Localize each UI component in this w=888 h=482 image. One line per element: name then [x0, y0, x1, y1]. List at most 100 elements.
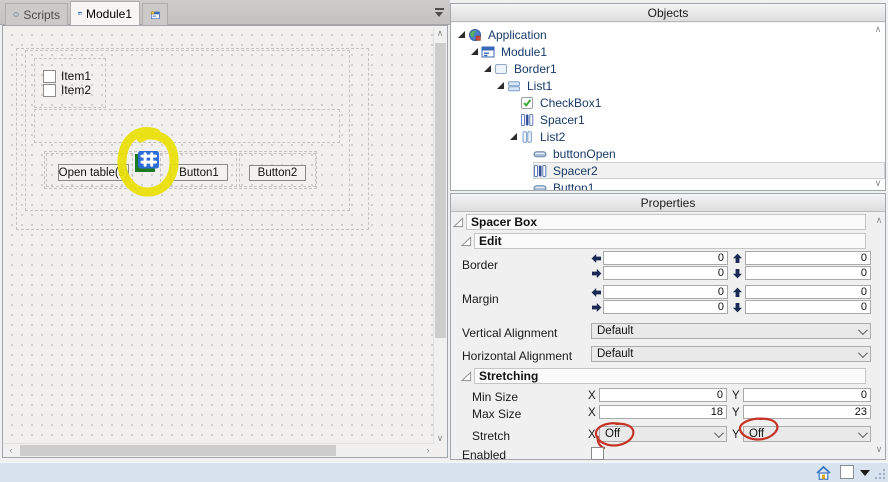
- tree-item-application[interactable]: Application: [451, 26, 885, 43]
- properties-scroll-up-arrow[interactable]: ∧: [873, 216, 885, 225]
- scroll-right-arrow[interactable]: ›: [423, 446, 433, 455]
- objects-scroll-down-arrow[interactable]: ∨: [872, 179, 884, 188]
- expand-arrow-icon[interactable]: [483, 63, 494, 74]
- tree-item-spacer1[interactable]: Spacer1: [451, 111, 885, 128]
- margin-down-field[interactable]: [745, 300, 871, 314]
- tab-scripts[interactable]: Scripts: [5, 3, 68, 25]
- tree-label[interactable]: Spacer1: [537, 113, 588, 127]
- designer-vscrollbar[interactable]: ∧ ∨: [433, 27, 446, 445]
- border-down-field[interactable]: [745, 266, 871, 280]
- arrow-right-icon: [592, 269, 602, 278]
- edit-section-header[interactable]: Edit: [474, 233, 866, 249]
- resize-grip[interactable]: [873, 467, 885, 479]
- designer-open-tables-button[interactable]: Open table(s): [58, 164, 129, 181]
- designer-hscrollbar[interactable]: ‹ ›: [4, 443, 435, 456]
- tree-item-button1[interactable]: Button1: [451, 179, 885, 190]
- horizontal-alignment-dropdown[interactable]: Default: [591, 346, 871, 362]
- stretch-label: Stretch: [472, 429, 511, 443]
- scroll-left-arrow[interactable]: ‹: [6, 446, 16, 455]
- min-size-x-field[interactable]: [599, 388, 727, 402]
- expand-arrow-icon[interactable]: [496, 80, 507, 91]
- tab-bar: Scripts Module1: [0, 0, 450, 25]
- checkbox-item2-label: Item2: [61, 83, 92, 97]
- tree-label[interactable]: Spacer2: [550, 164, 601, 178]
- chevron-down-icon: [857, 324, 868, 335]
- tab-new-module[interactable]: [142, 3, 168, 25]
- designer-checkbox-item1[interactable]: [43, 70, 56, 83]
- vertical-alignment-value: Default: [597, 325, 634, 337]
- tree-item-buttonopen[interactable]: buttonOpen: [451, 145, 885, 162]
- collapse-triangle-icon[interactable]: [461, 236, 472, 247]
- max-size-y-field[interactable]: [743, 405, 871, 419]
- home-icon[interactable]: [815, 465, 832, 481]
- chevron-down-icon: [857, 427, 868, 438]
- vertical-alignment-dropdown[interactable]: Default: [591, 323, 871, 339]
- color-swatch-button[interactable]: [840, 465, 854, 479]
- max-size-x-field[interactable]: [599, 405, 727, 419]
- y-axis-label: Y: [732, 429, 740, 441]
- scroll-down-arrow[interactable]: ∨: [434, 434, 446, 443]
- border-up-field[interactable]: [745, 251, 871, 265]
- min-size-y-field[interactable]: [743, 388, 871, 402]
- tree-label[interactable]: CheckBox1: [537, 96, 604, 110]
- swatch-dropdown-arrow-icon[interactable]: [860, 470, 870, 476]
- tree-item-list1[interactable]: List1: [451, 77, 885, 94]
- tree-label[interactable]: Module1: [498, 45, 550, 59]
- tree-item-list2[interactable]: List2: [451, 128, 885, 145]
- objects-scroll-up-arrow[interactable]: ∧: [872, 25, 884, 34]
- stretch-y-dropdown[interactable]: Off: [743, 426, 871, 442]
- stretching-section-header[interactable]: Stretching: [474, 368, 866, 384]
- horizontal-list-icon: [508, 80, 520, 91]
- tree-label[interactable]: Button1: [550, 181, 597, 191]
- chevron-down-icon: [713, 427, 724, 438]
- collapse-triangle-icon[interactable]: [461, 371, 472, 382]
- expand-arrow-icon[interactable]: [457, 29, 468, 40]
- tab-scripts-label: Scripts: [23, 7, 60, 22]
- margin-up-field[interactable]: [745, 285, 871, 299]
- designer-button1[interactable]: Button1: [170, 164, 228, 181]
- tree-item-spacer2[interactable]: Spacer2: [451, 162, 885, 179]
- border-right-field[interactable]: [603, 266, 728, 280]
- tree-label[interactable]: buttonOpen: [550, 147, 619, 161]
- designer-spacer1[interactable]: [34, 109, 340, 143]
- vscroll-thumb[interactable]: [435, 43, 446, 338]
- margin-left-field[interactable]: [603, 285, 728, 299]
- border-left-field[interactable]: [603, 251, 728, 265]
- collapse-triangle-icon[interactable]: [453, 217, 464, 228]
- tab-module1[interactable]: Module1: [70, 1, 140, 25]
- tree-item-border1[interactable]: Border1: [451, 60, 885, 77]
- expand-arrow-icon[interactable]: [470, 46, 481, 57]
- expand-arrow-icon[interactable]: [509, 131, 520, 142]
- properties-scroll-down-arrow[interactable]: ∨: [873, 445, 885, 454]
- object-type-header[interactable]: Spacer Box: [466, 214, 866, 230]
- stretch-x-dropdown[interactable]: Off: [599, 426, 727, 442]
- hscroll-thumb[interactable]: [20, 445, 336, 456]
- vertical-list-icon: [522, 130, 532, 143]
- x-axis-label: X: [588, 390, 596, 402]
- margin-right-field[interactable]: [603, 300, 728, 314]
- designer-checkbox-item2[interactable]: [43, 84, 56, 97]
- tab-list-menu-icon[interactable]: [434, 7, 445, 18]
- arrow-right-icon: [592, 303, 602, 312]
- tree-label[interactable]: List2: [537, 130, 568, 144]
- x-axis-label: X: [588, 407, 596, 419]
- x-axis-label: X: [588, 429, 596, 441]
- tree-item-checkbox1[interactable]: CheckBox1: [451, 94, 885, 111]
- min-size-label: Min Size: [472, 390, 519, 404]
- max-size-label: Max Size: [472, 407, 522, 421]
- tree-label[interactable]: Application: [485, 28, 550, 42]
- checkbox-checked-icon: [521, 96, 533, 109]
- designer-spacer2-icon[interactable]: [135, 151, 159, 172]
- y-axis-label: Y: [732, 407, 740, 419]
- objects-panel-title[interactable]: Objects: [451, 4, 885, 22]
- design-canvas[interactable]: Item1 Item2 Open table(s) Button1 Button…: [4, 27, 435, 445]
- scroll-up-arrow[interactable]: ∧: [434, 29, 446, 38]
- tree-item-module1[interactable]: Module1: [451, 43, 885, 60]
- tree-label[interactable]: Border1: [511, 62, 560, 76]
- properties-panel-title[interactable]: Properties: [451, 194, 885, 212]
- module-icon: [78, 11, 82, 16]
- enabled-checkbox[interactable]: [591, 447, 604, 460]
- designer-button2[interactable]: Button2: [249, 165, 306, 181]
- spacer-icon: [534, 164, 547, 177]
- tree-label[interactable]: List1: [524, 79, 555, 93]
